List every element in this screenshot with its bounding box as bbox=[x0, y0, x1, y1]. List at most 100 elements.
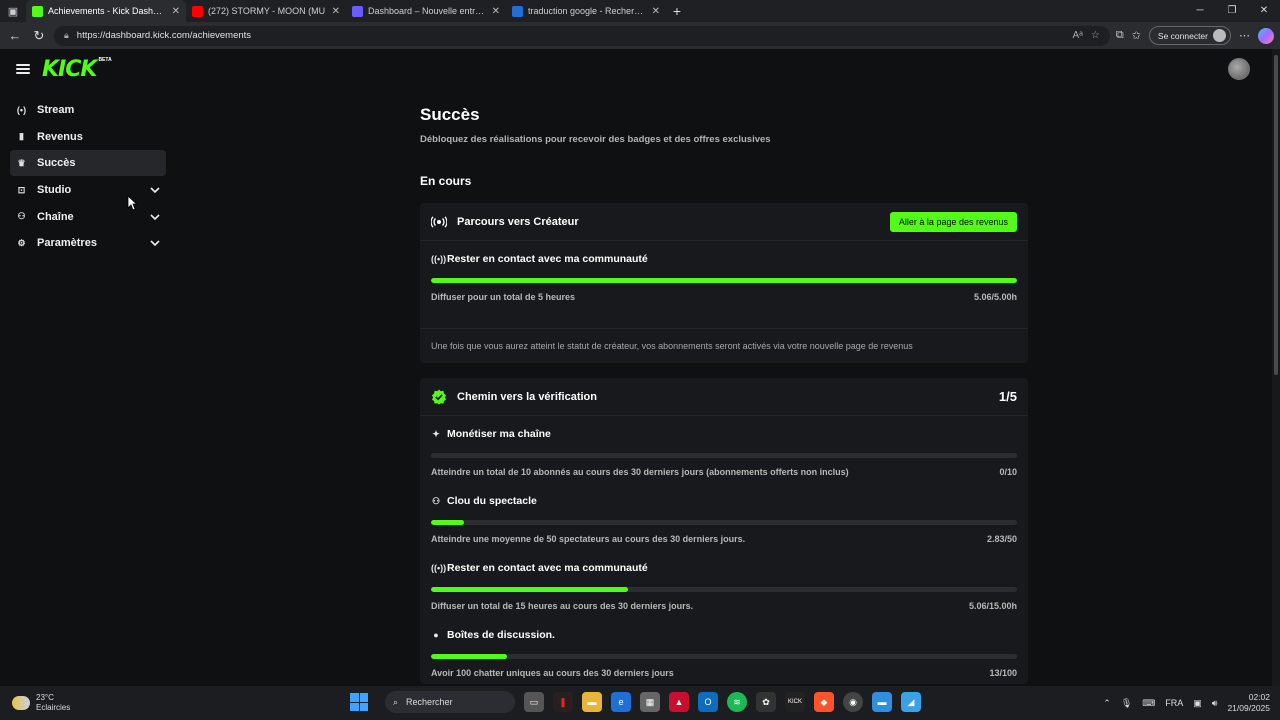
sidebar-item[interactable]: ⚇ Chaîne bbox=[10, 204, 166, 230]
go-to-revenue-button[interactable]: Aller à la page des revenus bbox=[889, 211, 1017, 232]
sidebar-item[interactable]: (•) Stream bbox=[10, 97, 166, 123]
copilot-icon[interactable] bbox=[1258, 27, 1274, 44]
brave-icon[interactable]: ◆ bbox=[814, 692, 834, 712]
users-icon: ⚇ bbox=[17, 211, 26, 222]
minimize-button[interactable]: ─ bbox=[1184, 0, 1216, 22]
tab-close-icon[interactable]: ✕ bbox=[492, 6, 500, 17]
back-button[interactable]: ← bbox=[6, 28, 24, 43]
more-menu-icon[interactable]: ⋯ bbox=[1239, 29, 1250, 42]
tab-close-icon[interactable]: ✕ bbox=[332, 6, 340, 17]
language-indicator[interactable]: FRA bbox=[1165, 698, 1183, 708]
clock[interactable]: 02:02 21/09/2025 bbox=[1227, 692, 1270, 714]
keyboard-icon[interactable]: ⌨ bbox=[1142, 698, 1155, 709]
game-app-icon[interactable]: ✿ bbox=[756, 692, 776, 712]
close-window-button[interactable]: ✕ bbox=[1248, 0, 1280, 22]
task-title: Clou du spectacle bbox=[447, 495, 537, 507]
page-scrollbar[interactable] bbox=[1272, 49, 1280, 686]
reload-button[interactable]: ↻ bbox=[30, 28, 48, 44]
progress-bar-fill bbox=[431, 654, 508, 659]
read-aloud-icon[interactable]: Aᵃ bbox=[1072, 30, 1082, 41]
chart-icon: ▮ bbox=[19, 131, 24, 142]
maximize-button[interactable]: ❐ bbox=[1216, 0, 1248, 22]
url-text: https://dashboard.kick.com/achievements bbox=[76, 30, 252, 41]
sign-in-label: Se connecter bbox=[1157, 30, 1208, 41]
profile-avatar-icon bbox=[1213, 29, 1226, 42]
card-title: Chemin vers la vérification bbox=[457, 390, 597, 403]
clock-date: 21/09/2025 bbox=[1227, 703, 1270, 713]
favorites-icon[interactable]: ✩ bbox=[1132, 29, 1141, 42]
weather-temp: 23°C bbox=[36, 693, 54, 702]
browser-tab[interactable]: (272) STORMY - MOON (MU ✕ bbox=[186, 0, 346, 22]
clock-time: 02:02 bbox=[1248, 692, 1270, 702]
search-icon: ⌕ bbox=[393, 696, 399, 707]
edge-browser-icon[interactable]: e bbox=[611, 692, 631, 712]
achievement-card: Parcours vers Créateur Aller à la page de… bbox=[420, 203, 1028, 363]
chevron-down-icon[interactable] bbox=[150, 238, 160, 248]
achievement-task: ✦ Monétiser ma chaîne Atteindre un total… bbox=[420, 416, 1028, 483]
tab-actions-icon[interactable]: ▣ bbox=[0, 0, 26, 22]
extensions-icon[interactable]: ⧉ bbox=[1116, 29, 1124, 42]
tray-chevron-icon[interactable]: ⌃ bbox=[1103, 698, 1111, 709]
file-explorer-icon[interactable]: ▬ bbox=[582, 692, 602, 712]
spotify-icon[interactable]: ≋ bbox=[727, 692, 747, 712]
sidebar-item[interactable]: ♛ Succès bbox=[10, 150, 166, 177]
sparkle-icon: ✦ bbox=[432, 428, 440, 439]
progress-bar bbox=[431, 654, 1017, 659]
hamburger-menu-icon[interactable] bbox=[16, 64, 30, 74]
browser-tab[interactable]: Dashboard – Nouvelle entreprise ✕ bbox=[346, 0, 506, 22]
achievement-card: Chemin vers la vérification 1/5 ✦ Monétis… bbox=[420, 378, 1028, 684]
chevron-down-icon[interactable] bbox=[150, 212, 160, 222]
search-placeholder: Rechercher bbox=[406, 697, 453, 707]
kick-dashboard-page: KICK BETA (•) Stream ▮ Revenus ♛ Succès ⊡ S… bbox=[0, 49, 1272, 686]
progress-bar-fill bbox=[431, 278, 1017, 283]
favorite-star-icon[interactable]: ☆ bbox=[1091, 30, 1100, 41]
url-field[interactable]: 🔒︎ https://dashboard.kick.com/achievemen… bbox=[54, 25, 1110, 46]
tab-close-icon[interactable]: ✕ bbox=[172, 6, 180, 17]
task-progress-value: 13/100 bbox=[989, 668, 1017, 678]
kick-app-icon[interactable]: KICK bbox=[785, 692, 805, 712]
page-subtitle: Débloquez des réalisations pour recevoir… bbox=[420, 134, 771, 145]
scrollbar-thumb[interactable] bbox=[1274, 55, 1278, 375]
windows-start-icon[interactable] bbox=[350, 693, 368, 711]
main-content: Succès Débloquez des réalisations pour r… bbox=[420, 105, 1028, 686]
sidebar-item-label: Studio bbox=[37, 184, 72, 197]
achievement-task: ● Boîtes de discussion. Avoir 100 chatte… bbox=[420, 617, 1028, 684]
verified-badge-icon bbox=[431, 388, 447, 406]
taskbar-search[interactable]: ⌕ Rechercher bbox=[385, 691, 515, 713]
github-icon[interactable]: ◉ bbox=[843, 692, 863, 712]
task-view-icon[interactable]: ▭ bbox=[524, 692, 544, 712]
studio-icon: ⊡ bbox=[17, 184, 26, 195]
chevron-down-icon[interactable] bbox=[150, 185, 160, 195]
outlook-icon[interactable]: O bbox=[698, 692, 718, 712]
network-icon[interactable]: ▣ bbox=[1193, 698, 1202, 709]
task-description: Atteindre une moyenne de 50 spectateurs … bbox=[431, 534, 746, 544]
task-progress-value: 0/10 bbox=[999, 467, 1017, 477]
store-icon[interactable]: ▦ bbox=[640, 692, 660, 712]
browser-tab[interactable]: traduction google - Recherche ✕ bbox=[506, 0, 666, 22]
new-tab-button[interactable]: + bbox=[666, 3, 688, 19]
volume-icon[interactable]: 🔊︎ bbox=[1212, 698, 1218, 709]
sign-in-button[interactable]: Se connecter bbox=[1148, 26, 1231, 45]
task-progress-value: 5.06/15.00h bbox=[968, 601, 1017, 611]
kick-logo[interactable]: KICK bbox=[42, 57, 97, 82]
red-app-icon[interactable]: ▲ bbox=[669, 692, 689, 712]
tab-favicon-icon bbox=[192, 5, 203, 17]
page-title: Succès bbox=[420, 105, 480, 124]
browser-tab[interactable]: Achievements - Kick Dashboard ✕ bbox=[26, 0, 186, 22]
sidebar-item[interactable]: ▮ Revenus bbox=[10, 124, 166, 150]
task-title: Monétiser ma chaîne bbox=[447, 428, 551, 440]
tab-close-icon[interactable]: ✕ bbox=[652, 6, 660, 17]
sidebar-item-label: Succès bbox=[37, 157, 76, 170]
media-app-icon[interactable]: ❚ bbox=[553, 692, 573, 712]
progress-bar-fill bbox=[431, 520, 465, 525]
weather-widget[interactable]: 23°C Eclaircies bbox=[0, 693, 200, 713]
sidebar-item[interactable]: ⊡ Studio bbox=[10, 177, 166, 203]
blue-app-icon[interactable]: ▬ bbox=[872, 692, 892, 712]
sidebar-item[interactable]: ⚙ Paramètres bbox=[10, 230, 166, 256]
microphone-icon[interactable]: 🎙︎ bbox=[1121, 698, 1132, 709]
trophy-icon: ♛ bbox=[17, 157, 26, 168]
achievement-task: ((•)) Rester en contact avec ma communau… bbox=[420, 550, 1028, 617]
azure-app-icon[interactable]: ◢ bbox=[901, 692, 921, 712]
user-avatar[interactable] bbox=[1228, 58, 1250, 80]
progress-bar bbox=[431, 453, 1017, 458]
